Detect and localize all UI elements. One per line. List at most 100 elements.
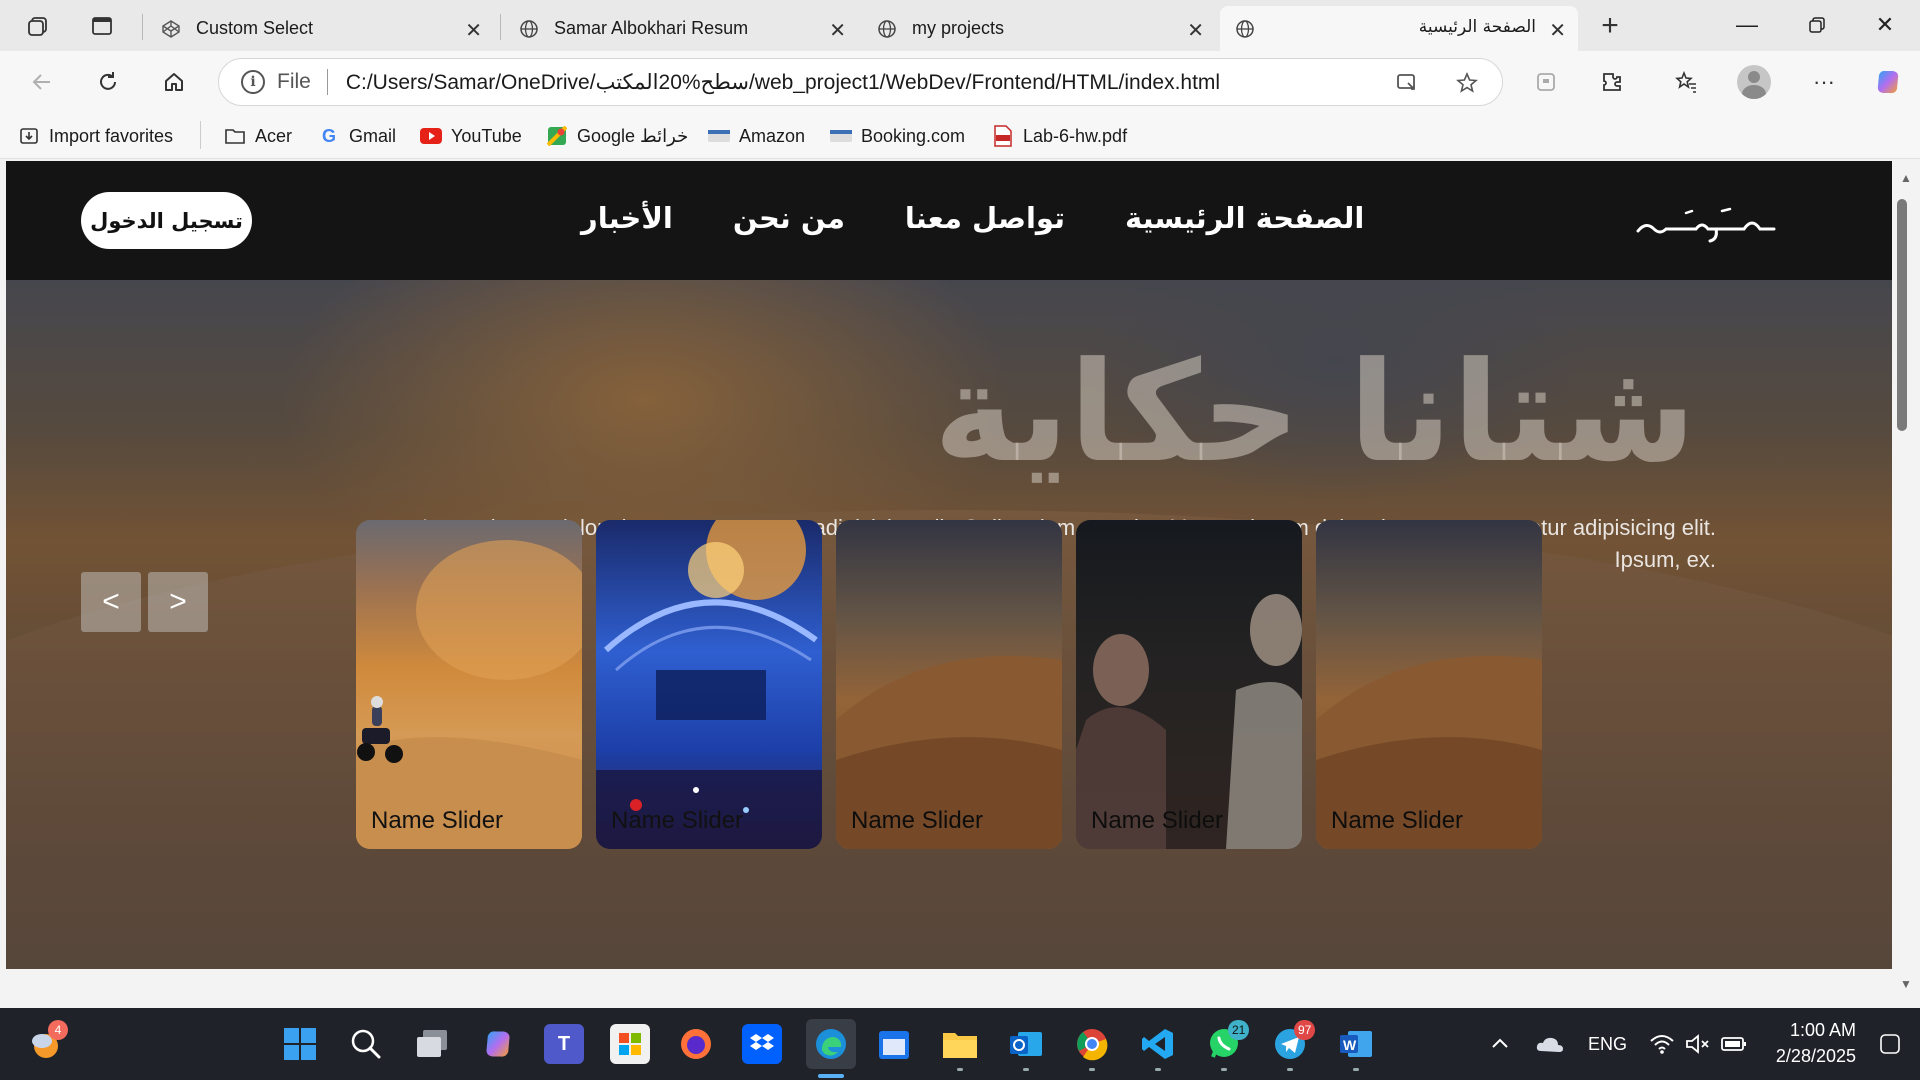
- language-indicator[interactable]: ENG: [1588, 1034, 1627, 1055]
- close-tab-icon[interactable]: ✕: [465, 18, 482, 43]
- close-window-icon[interactable]: ✕: [1862, 8, 1908, 42]
- workspaces-icon[interactable]: [22, 10, 54, 42]
- favorite-label: Acer: [255, 125, 293, 146]
- edge-icon[interactable]: [806, 1019, 856, 1069]
- search-icon[interactable]: [346, 1024, 386, 1064]
- desert-quad-bike-image: [356, 540, 582, 849]
- favorite-label: Import favorites: [49, 125, 174, 146]
- favorite-acer[interactable]: Acer: [224, 122, 292, 150]
- word-icon[interactable]: W: [1336, 1024, 1376, 1064]
- teams-icon[interactable]: T: [544, 1024, 584, 1064]
- scroll-down-icon[interactable]: ▼: [1900, 977, 1912, 991]
- volume-muted-icon[interactable]: [1678, 1024, 1718, 1064]
- url-text[interactable]: C:/Users/Samar/OneDrive/سطح%20المكتب/web…: [346, 70, 1220, 95]
- address-bar[interactable]: i File C:/Users/Samar/OneDrive/سطح%20الم…: [218, 58, 1503, 106]
- extensions-icon[interactable]: [1592, 64, 1632, 100]
- notifications-icon[interactable]: [1870, 1024, 1910, 1064]
- file-explorer-icon[interactable]: [940, 1024, 980, 1064]
- youtube-icon: [420, 125, 442, 147]
- site-header: تسجيل الدخول الصفحة الرئيسية تواصل معنا …: [6, 161, 1892, 280]
- running-indicator: [1089, 1068, 1095, 1071]
- whatsapp-badge: 21: [1228, 1020, 1250, 1040]
- page-scrollbar[interactable]: ▲ ▼: [1892, 161, 1920, 1001]
- profile-avatar-icon[interactable]: [1734, 64, 1774, 100]
- slider-card[interactable]: Name Slider: [356, 520, 582, 849]
- copilot-taskbar-icon[interactable]: [478, 1024, 518, 1064]
- favorite-amazon[interactable]: Amazon: [708, 122, 805, 150]
- favorites-list-icon[interactable]: [1666, 64, 1706, 100]
- pdf-icon: [992, 125, 1014, 147]
- nav-link-about[interactable]: من نحن: [733, 201, 845, 235]
- onedrive-icon[interactable]: [1530, 1024, 1570, 1064]
- clock-date[interactable]: 2/28/2025: [1772, 1046, 1856, 1067]
- wifi-icon[interactable]: [1642, 1024, 1682, 1064]
- close-tab-icon[interactable]: ✕: [1549, 18, 1566, 43]
- active-app-indicator: [818, 1074, 844, 1078]
- tab-resume[interactable]: Samar Albokhari Resum ✕: [504, 6, 858, 51]
- codepen-icon: [160, 18, 182, 40]
- booking-icon: [830, 125, 852, 147]
- tab-separator: [142, 14, 143, 40]
- vertical-tabs-icon[interactable]: [86, 10, 118, 42]
- close-tab-icon[interactable]: ✕: [1187, 18, 1204, 43]
- windows-taskbar: 4 T 21 97 W ENG 1:00 AM 2/28/2025: [0, 1008, 1920, 1080]
- tab-home-active[interactable]: الصفحة الرئيسية ✕: [1220, 6, 1578, 51]
- outlook-icon[interactable]: [1006, 1024, 1046, 1064]
- close-tab-icon[interactable]: ✕: [829, 18, 846, 43]
- card-name: Name Slider: [611, 807, 744, 834]
- nav-link-home[interactable]: الصفحة الرئيسية: [1125, 201, 1364, 235]
- task-view-icon[interactable]: [412, 1024, 452, 1064]
- more-options-icon[interactable]: ···: [1804, 64, 1844, 100]
- scroll-up-icon[interactable]: ▲: [1900, 171, 1912, 185]
- app-available-icon[interactable]: [1395, 71, 1419, 101]
- slider-card[interactable]: Name Slider: [596, 520, 822, 849]
- new-tab-icon[interactable]: +: [1594, 9, 1626, 42]
- slider-card[interactable]: Name Slider: [836, 520, 1062, 849]
- slider-card[interactable]: Name Slider: [1076, 520, 1302, 849]
- calendar-icon[interactable]: [874, 1024, 914, 1064]
- refresh-icon[interactable]: [88, 64, 128, 100]
- tab-my-projects[interactable]: my projects ✕: [862, 6, 1216, 51]
- favorite-import[interactable]: Import favorites: [18, 122, 173, 150]
- slider-card[interactable]: Name Slider: [1316, 520, 1542, 849]
- running-indicator: [957, 1068, 963, 1071]
- favorite-pdf[interactable]: Lab-6-hw.pdf: [992, 122, 1127, 150]
- info-icon[interactable]: i: [241, 70, 265, 94]
- windows-start-icon[interactable]: [280, 1024, 320, 1064]
- favorites-bar: Import favorites Acer G Gmail YouTube Go…: [0, 113, 1920, 159]
- dropbox-icon[interactable]: [742, 1024, 782, 1064]
- tab-custom-select[interactable]: Custom Select ✕: [146, 6, 494, 51]
- home-icon[interactable]: [154, 64, 194, 100]
- tab-title: الصفحة الرئيسية: [1418, 17, 1536, 37]
- site-logo[interactable]: [1626, 191, 1786, 251]
- slider-prev-button[interactable]: <: [81, 572, 141, 632]
- globe-icon: [1234, 18, 1256, 40]
- slider-next-button[interactable]: >: [148, 572, 208, 632]
- svg-text:W: W: [1343, 1037, 1357, 1053]
- restore-icon[interactable]: [1794, 8, 1840, 42]
- scrollbar-thumb[interactable]: [1897, 199, 1907, 431]
- copilot-icon[interactable]: [1868, 64, 1908, 100]
- nav-link-news[interactable]: الأخبار: [581, 201, 673, 235]
- running-indicator: [1353, 1068, 1359, 1071]
- vscode-icon[interactable]: [1138, 1024, 1178, 1064]
- favorite-label: YouTube: [451, 125, 522, 146]
- login-button[interactable]: تسجيل الدخول: [81, 192, 252, 249]
- battery-icon[interactable]: [1714, 1024, 1754, 1064]
- microsoft-store-icon[interactable]: [610, 1024, 650, 1064]
- site-nav: الصفحة الرئيسية تواصل معنا من نحن الأخبا…: [581, 201, 1364, 235]
- chrome-icon[interactable]: [1072, 1024, 1112, 1064]
- minimize-icon[interactable]: —: [1724, 8, 1770, 42]
- favorite-youtube[interactable]: YouTube: [420, 122, 522, 150]
- split-screen-icon[interactable]: [1526, 64, 1566, 100]
- clock-time[interactable]: 1:00 AM: [1786, 1020, 1856, 1041]
- favorite-booking[interactable]: Booking.com: [830, 122, 965, 150]
- show-hidden-icons-icon[interactable]: [1480, 1024, 1520, 1064]
- favorite-gmail[interactable]: G Gmail: [318, 122, 396, 150]
- card-name: Name Slider: [851, 807, 984, 834]
- nav-link-contact[interactable]: تواصل معنا: [905, 201, 1065, 235]
- firefox-icon[interactable]: [676, 1024, 716, 1064]
- favorite-maps[interactable]: Google خرائط: [546, 122, 688, 150]
- favorite-star-icon[interactable]: [1455, 71, 1479, 101]
- back-icon[interactable]: [22, 64, 62, 100]
